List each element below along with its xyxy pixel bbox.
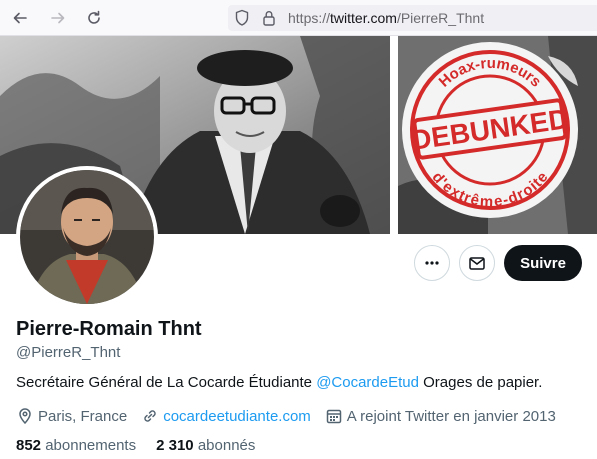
lock-icon[interactable] xyxy=(262,9,276,32)
forward-arrow-icon[interactable] xyxy=(48,8,68,28)
profile-meta: Paris, France cocardeetudiante.com A rej… xyxy=(16,406,570,426)
profile-bio: Secrétaire Général de La Cocarde Étudian… xyxy=(16,374,542,391)
followers-label: abonnés xyxy=(193,437,256,454)
bio-mention-link[interactable]: @CocardeEtud xyxy=(316,374,419,391)
bio-text: Secrétaire Général de La Cocarde Étudian… xyxy=(16,374,317,391)
url-scheme: https:// xyxy=(288,10,331,26)
url-domain: twitter.com xyxy=(330,10,397,26)
debunked-stamp-sticker: Hoax-rumeurs d'extrême-droite DEBUNKED xyxy=(398,36,597,234)
reload-icon[interactable] xyxy=(84,8,104,28)
followers-stat[interactable]: 2 310 abonnés xyxy=(156,437,255,454)
user-handle: @PierreR_Thnt xyxy=(16,344,121,361)
browser-toolbar: https://twitter.com/PierreR_Thnt xyxy=(0,0,597,36)
avatar-photo xyxy=(20,170,154,304)
profile-avatar[interactable] xyxy=(16,166,158,308)
join-date-text: A rejoint Twitter en janvier 2013 xyxy=(346,407,556,425)
location: Paris, France xyxy=(16,407,127,425)
envelope-icon xyxy=(469,257,485,270)
more-options-button[interactable] xyxy=(414,245,450,281)
following-label: abonnements xyxy=(41,437,137,454)
follow-button[interactable]: Suivre xyxy=(504,245,582,281)
address-bar[interactable]: https://twitter.com/PierreR_Thnt xyxy=(228,5,597,31)
url-path: /PierreR_Thnt xyxy=(396,10,485,26)
follow-stats: 852 abonnements 2 310 abonnés xyxy=(16,437,275,454)
website[interactable]: cocardeetudiante.com xyxy=(141,407,311,425)
link-icon xyxy=(144,410,156,422)
following-count: 852 xyxy=(16,437,42,454)
join-date: A rejoint Twitter en janvier 2013 xyxy=(325,407,556,425)
banner-divider xyxy=(390,36,398,234)
tracking-shield-icon[interactable] xyxy=(234,9,250,32)
bio-text-end: Orages de papier. xyxy=(418,374,543,391)
back-arrow-icon[interactable] xyxy=(10,8,30,28)
calendar-icon xyxy=(326,409,342,424)
url-text[interactable]: https://twitter.com/PierreR_Thnt xyxy=(288,10,484,26)
message-button[interactable] xyxy=(459,245,495,281)
following-stat[interactable]: 852 abonnements xyxy=(16,437,136,454)
location-pin-icon xyxy=(19,408,31,425)
more-dots-icon xyxy=(425,261,439,265)
followers-count: 2 310 xyxy=(156,437,194,454)
display-name: Pierre-Romain Thnt xyxy=(16,318,202,340)
website-link[interactable]: cocardeetudiante.com xyxy=(163,408,311,425)
location-text: Paris, France xyxy=(38,407,128,425)
